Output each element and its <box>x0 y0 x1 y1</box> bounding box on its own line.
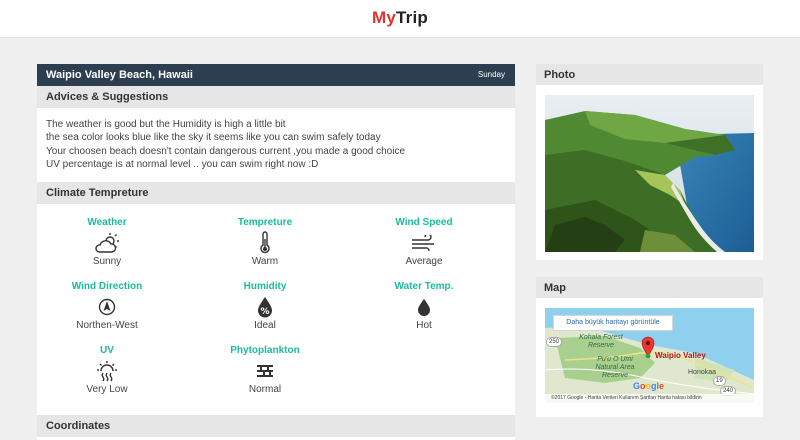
advice-line: the sea color looks blue like the sky it… <box>46 132 381 144</box>
climate-label: Humidity <box>243 281 287 292</box>
larger-map-link[interactable]: Daha büyük haritayı görüntüle <box>553 315 673 331</box>
thermometer-icon <box>195 231 335 255</box>
pin-label: Waipio Valley <box>655 351 706 360</box>
wind-icon <box>354 231 494 255</box>
advice-line: UV percentage is at normal level .. you … <box>46 158 319 170</box>
advices-list: The weather is good but the Humidity is … <box>37 108 515 182</box>
climate-value: Sunny <box>92 256 122 267</box>
climate-value: Northen-West <box>76 320 138 331</box>
climate-label: Tempreture <box>237 217 293 228</box>
beach-photo[interactable] <box>545 95 754 252</box>
map-heading: Map <box>536 277 763 298</box>
water-drop-icon <box>354 295 494 319</box>
climate-value: Hot <box>416 320 432 331</box>
climate-value: Normal <box>248 384 282 395</box>
climate-water-temp: Water Temp. Hot <box>354 280 494 331</box>
climate-wind-speed: Wind Speed Average <box>354 216 494 267</box>
top-bar: MyTrip <box>0 0 800 38</box>
map-attribution[interactable]: ©2017 Google - Harita Verileri Kullanım … <box>545 394 754 403</box>
climate-wind-direction: Wind Direction Northen-West <box>37 280 177 331</box>
climate-label: Phytoplankton <box>230 345 300 356</box>
advices-heading: Advices & Suggestions <box>37 86 515 108</box>
map-panel: Map Daha büyük haritayı görüntüle 250 19… <box>536 277 763 417</box>
map-area-label: Pu'u O Umi Natural Area Reserve <box>595 356 635 379</box>
partly-sunny-icon <box>37 231 177 255</box>
beach-panel: Waipio Valley Beach, Hawaii Sunday Advic… <box>37 64 515 440</box>
climate-label: Wind Speed <box>395 217 453 228</box>
photo-heading: Photo <box>536 64 763 85</box>
svg-text:%: % <box>260 307 269 317</box>
day-label: Sunday <box>477 70 505 79</box>
road-number: 19 <box>713 376 726 386</box>
photo-panel: Photo <box>536 64 763 260</box>
climate-value: Very Low <box>86 384 128 395</box>
climate-uv: UV Very Low <box>37 344 177 395</box>
climate-value: Ideal <box>254 320 276 331</box>
climate-weather: Weather Sunny <box>37 216 177 267</box>
map-view[interactable]: Daha büyük haritayı görüntüle 250 19 240… <box>545 308 754 403</box>
road-number: 250 <box>546 337 563 347</box>
climate-label: Wind Direction <box>71 281 143 292</box>
map-area-label: Kohala Forest Reserve <box>579 334 623 349</box>
percent-drop-icon: % <box>195 295 335 319</box>
climate-value: Average <box>405 256 443 267</box>
coordinates-heading: Coordinates <box>37 415 515 437</box>
beach-header: Waipio Valley Beach, Hawaii Sunday <box>37 64 515 86</box>
advice-line: The weather is good but the Humidity is … <box>46 119 286 130</box>
app-logo[interactable]: MyTrip <box>0 8 800 28</box>
beach-title: Waipio Valley Beach, Hawaii <box>46 69 193 81</box>
climate-phytoplankton: Phytoplankton Normal <box>195 344 335 395</box>
climate-temperature: Tempreture Warm <box>195 216 335 267</box>
climate-label: Weather <box>87 217 127 228</box>
climate-value: Warm <box>251 256 279 267</box>
logo-my: My <box>371 8 397 27</box>
google-logo: Google <box>633 381 665 391</box>
climate-humidity: Humidity % Ideal <box>195 280 335 331</box>
climate-grid: Weather Sunny Tempreture Warm Wind Speed… <box>37 204 515 415</box>
advice-line: Your choosen beach doesn't contain dange… <box>46 145 406 157</box>
logo-trip: Trip <box>396 8 428 27</box>
plankton-icon <box>195 359 335 383</box>
climate-label: UV <box>100 345 114 356</box>
climate-label: Water Temp. <box>394 281 454 292</box>
town-label: Honokaa <box>688 369 717 376</box>
climate-heading: Climate Tempreture <box>37 182 515 204</box>
sun-heat-icon <box>37 359 177 383</box>
compass-icon <box>37 295 177 319</box>
